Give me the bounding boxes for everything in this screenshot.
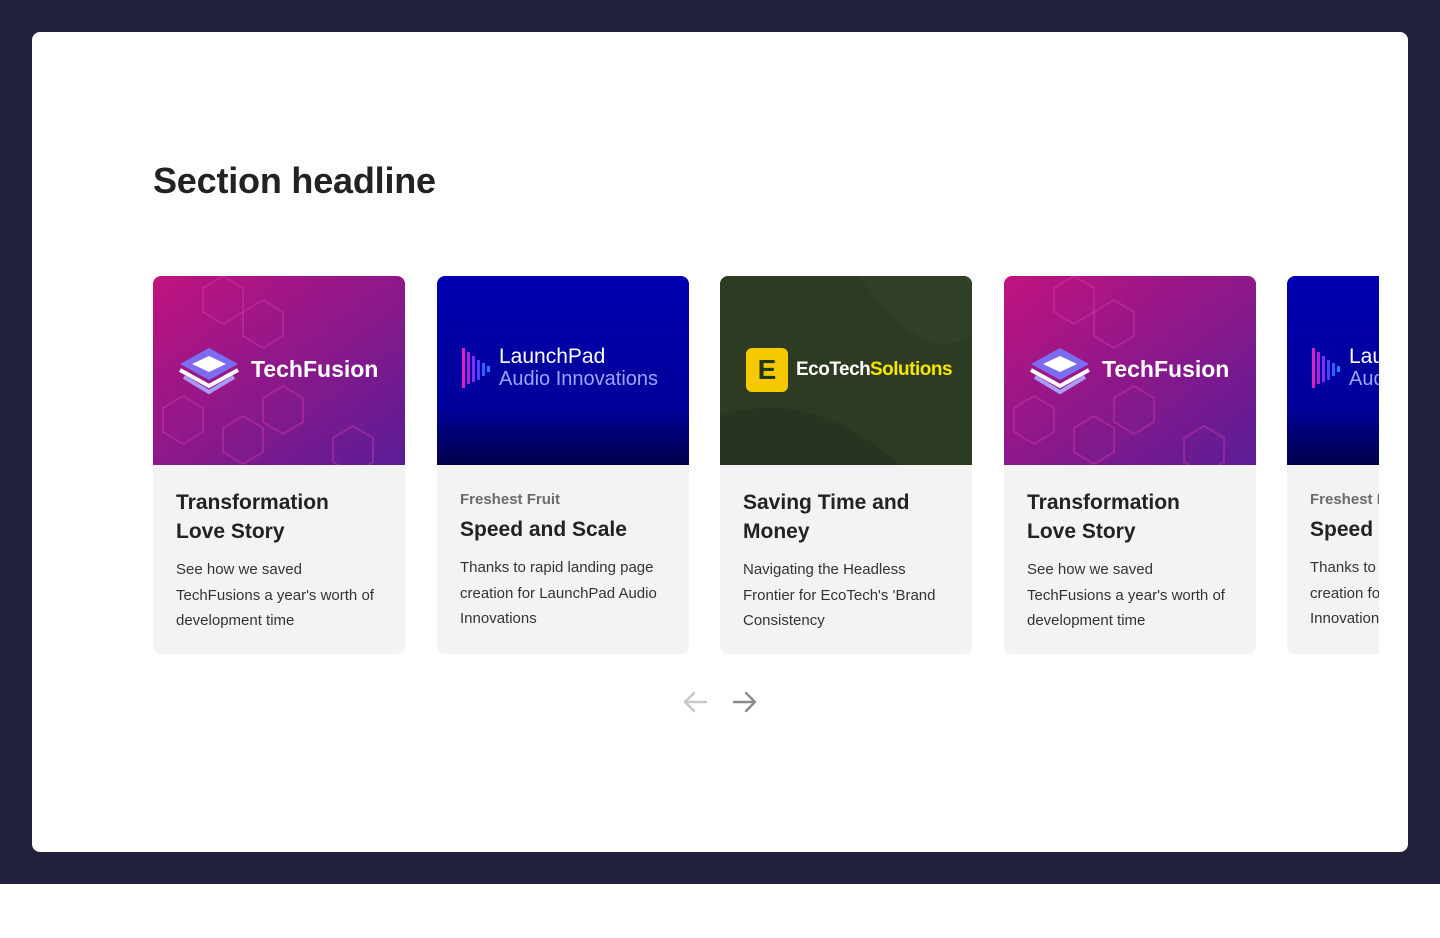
card-title: Transformation Love Story	[1027, 491, 1180, 543]
techfusion-logo-image: TechFusion	[153, 276, 405, 465]
launchpad-logo-image: LaunchPad Audio Innovations	[437, 276, 689, 465]
card-description: Thanks to rapid landing page creation fo…	[460, 559, 657, 627]
card-description: Thanks to rapid landing page creation fo…	[1310, 559, 1379, 627]
case-study-card[interactable]: TechFusion Transformation Love Story See…	[1004, 276, 1256, 654]
content-panel: Section headline TechFusion Transformati…	[32, 32, 1408, 852]
ecotech-logo-text-primary: EcoTech	[796, 359, 871, 380]
case-study-card[interactable]: LaunchPad Audio Innovations Freshest Fru…	[1287, 276, 1379, 654]
launchpad-logo-image: LaunchPad Audio Innovations	[1287, 276, 1379, 465]
card-description: Navigating the Headless Frontier for Eco…	[743, 561, 936, 629]
section-headline: Section headline	[153, 160, 436, 201]
carousel-viewport: TechFusion Transformation Love Story See…	[153, 276, 1379, 656]
launchpad-logo-line2: Audio Innovations	[499, 368, 659, 390]
techfusion-logo-image: TechFusion	[1004, 276, 1256, 465]
case-study-card[interactable]: LaunchPad Audio Innovations Freshest Fru…	[437, 276, 689, 654]
arrow-left-icon	[683, 691, 708, 713]
techfusion-logo-text: TechFusion	[1102, 356, 1230, 382]
techfusion-logo-text: TechFusion	[251, 356, 379, 382]
card-description: See how we saved TechFusions a year's wo…	[176, 561, 374, 629]
arrow-right-icon	[732, 691, 757, 713]
carousel-next-button[interactable]	[731, 688, 759, 716]
ecotech-logo-image: E EcoTech Solutions	[720, 276, 972, 465]
launchpad-logo-line1: LaunchPad	[499, 345, 606, 368]
case-study-card[interactable]: E EcoTech Solutions Saving Time and Mone…	[720, 276, 972, 654]
launchpad-logo-line2: Audio Innovations	[1349, 368, 1379, 390]
card-title: Transformation Love Story	[176, 491, 329, 543]
card-description: See how we saved TechFusions a year's wo…	[1027, 561, 1225, 629]
ecotech-logo-text-secondary: Solutions	[870, 359, 953, 380]
carousel-track: TechFusion Transformation Love Story See…	[153, 276, 1379, 654]
case-study-card[interactable]: TechFusion Transformation Love Story See…	[153, 276, 405, 654]
card-title: Speed and Scale	[1310, 518, 1379, 541]
card-eyebrow: Freshest Fruit	[460, 491, 561, 508]
card-title: Saving Time and Money	[743, 491, 910, 543]
carousel-prev-button[interactable]	[681, 688, 709, 716]
card-eyebrow: Freshest Fruit	[1310, 491, 1379, 508]
launchpad-logo-line1: LaunchPad	[1349, 345, 1379, 368]
card-title: Speed and Scale	[460, 518, 627, 541]
ecotech-logo-icon: E	[746, 348, 788, 392]
